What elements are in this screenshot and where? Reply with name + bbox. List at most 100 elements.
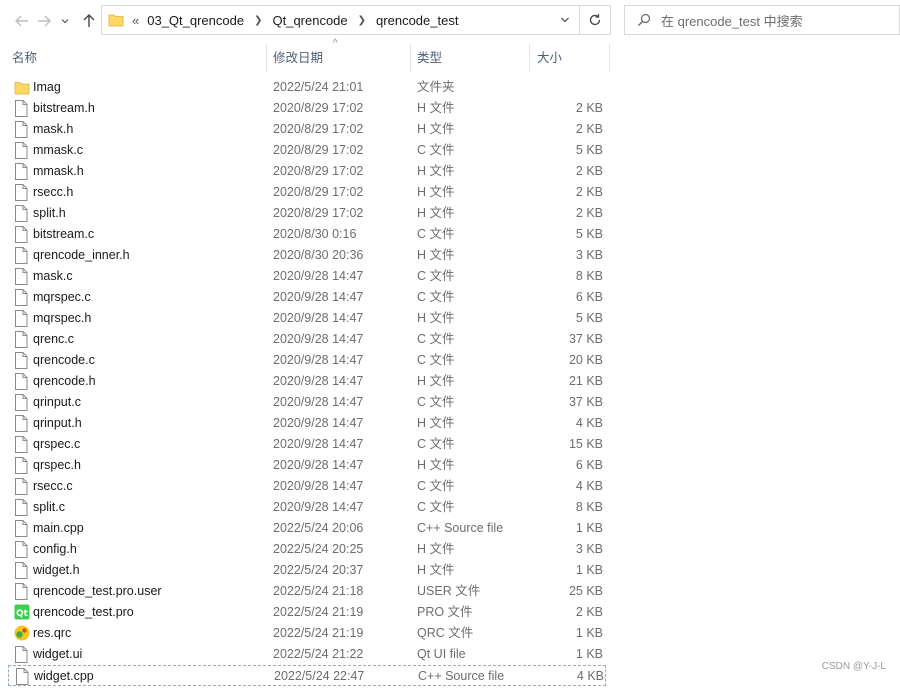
file-row[interactable]: Qt qrencode_test.pro 2022/5/24 21:19 PRO 文件… xyxy=(0,602,610,623)
file-icon xyxy=(14,163,30,180)
up-button[interactable] xyxy=(77,7,101,35)
file-modified-date: 2020/9/28 14:47 xyxy=(273,332,364,346)
file-type: Qt UI file xyxy=(417,647,466,661)
file-modified-date: 2022/5/24 21:01 xyxy=(273,80,364,94)
forward-button[interactable] xyxy=(32,7,56,35)
file-icon xyxy=(14,268,30,285)
file-row[interactable]: qrspec.c 2020/9/28 14:47 C 文件 15 KB xyxy=(0,434,610,455)
file-row[interactable]: rsecc.c 2020/9/28 14:47 C 文件 4 KB xyxy=(0,476,610,497)
file-row[interactable]: qrenc.c 2020/9/28 14:47 C 文件 37 KB xyxy=(0,329,610,350)
file-modified-date: 2020/9/28 14:47 xyxy=(273,269,364,283)
file-row[interactable]: qrspec.h 2020/9/28 14:47 H 文件 6 KB xyxy=(0,455,610,476)
address-bar[interactable]: « 03_Qt_qrencode ❯ Qt_qrencode ❯ qrencod… xyxy=(101,5,611,35)
file-row[interactable]: config.h 2022/5/24 20:25 H 文件 3 KB xyxy=(0,539,610,560)
file-row[interactable]: widget.ui 2022/5/24 21:22 Qt UI file 1 KB xyxy=(0,644,610,665)
file-row[interactable]: Imag 2022/5/24 21:01 文件夹 xyxy=(0,77,610,98)
sort-ascending-icon: ^ xyxy=(333,38,338,49)
qt-pro-icon: Qt xyxy=(14,604,30,621)
column-header-name[interactable]: 名称 xyxy=(6,44,266,72)
file-modified-date: 2020/8/29 17:02 xyxy=(273,206,364,220)
file-type: H 文件 xyxy=(417,311,455,325)
file-type: USER 文件 xyxy=(417,584,481,598)
file-modified-date: 2022/5/24 21:18 xyxy=(273,584,364,598)
file-row[interactable]: main.cpp 2022/5/24 20:06 C++ Source file 1 … xyxy=(0,518,610,539)
file-row[interactable]: widget.cpp 2022/5/24 22:47 C++ Source file… xyxy=(8,665,606,686)
file-modified-date: 2020/8/29 17:02 xyxy=(273,164,364,178)
file-modified-date: 2020/8/29 17:02 xyxy=(273,101,364,115)
address-path[interactable]: « 03_Qt_qrencode ❯ Qt_qrencode ❯ qrencod… xyxy=(102,6,551,34)
file-row[interactable]: split.c 2020/9/28 14:47 C 文件 8 KB xyxy=(0,497,610,518)
file-name: qrencode.h xyxy=(33,374,96,388)
folder-icon xyxy=(14,79,30,96)
file-name: bitstream.h xyxy=(33,101,95,115)
column-header-type[interactable]: 类型 xyxy=(411,44,529,72)
refresh-button[interactable] xyxy=(579,6,610,34)
file-type: C 文件 xyxy=(417,290,455,304)
file-modified-date: 2022/5/24 21:22 xyxy=(273,647,364,661)
file-name: qrspec.h xyxy=(33,458,81,472)
breadcrumb-separator-icon[interactable]: ❯ xyxy=(352,15,372,26)
file-name: main.cpp xyxy=(33,521,84,535)
file-name: widget.h xyxy=(33,563,80,577)
column-header-date[interactable]: 修改日期 xyxy=(267,44,409,72)
breadcrumb-item-qrencode-test[interactable]: qrencode_test xyxy=(372,13,462,28)
file-name: split.c xyxy=(33,500,65,514)
file-icon xyxy=(14,457,30,474)
file-row[interactable]: bitstream.c 2020/8/30 0:16 C 文件 5 KB xyxy=(0,224,610,245)
file-size: 1 KB xyxy=(575,647,603,661)
chevron-down-icon xyxy=(561,17,569,23)
back-button[interactable] xyxy=(10,7,34,35)
file-modified-date: 2022/5/24 20:06 xyxy=(273,521,364,535)
file-row[interactable]: bitstream.h 2020/8/29 17:02 H 文件 2 KB xyxy=(0,98,610,119)
file-row[interactable]: mqrspec.h 2020/9/28 14:47 H 文件 5 KB xyxy=(0,308,610,329)
breadcrumb-item-qt-qrencode[interactable]: Qt_qrencode xyxy=(268,13,351,28)
search-box[interactable]: 在 qrencode_test 中搜索 xyxy=(624,5,900,35)
refresh-icon xyxy=(589,14,601,26)
file-modified-date: 2020/9/28 14:47 xyxy=(273,290,364,304)
file-name: config.h xyxy=(33,542,77,556)
file-row[interactable]: mmask.c 2020/8/29 17:02 C 文件 5 KB xyxy=(0,140,610,161)
file-row[interactable]: mmask.h 2020/8/29 17:02 H 文件 2 KB xyxy=(0,161,610,182)
recent-locations-button[interactable] xyxy=(56,7,74,35)
file-row[interactable]: mask.h 2020/8/29 17:02 H 文件 2 KB xyxy=(0,119,610,140)
breadcrumb-item-03-qt-qrencode[interactable]: 03_Qt_qrencode xyxy=(143,13,248,28)
file-icon xyxy=(14,541,30,558)
file-row[interactable]: mask.c 2020/9/28 14:47 C 文件 8 KB xyxy=(0,266,610,287)
file-row[interactable]: res.qrc 2022/5/24 21:19 QRC 文件 1 KB xyxy=(0,623,610,644)
file-size: 4 KB xyxy=(576,669,604,683)
file-icon xyxy=(14,499,30,516)
file-icon xyxy=(14,331,30,348)
file-type: C++ Source file xyxy=(418,669,505,683)
file-type: C++ Source file xyxy=(417,521,504,535)
file-row[interactable]: mqrspec.c 2020/9/28 14:47 C 文件 6 KB xyxy=(0,287,610,308)
file-size: 4 KB xyxy=(575,416,603,430)
file-type: H 文件 xyxy=(417,101,455,115)
column-header-size[interactable]: 大小 xyxy=(531,44,609,72)
qrc-icon xyxy=(14,625,30,642)
file-name: mqrspec.h xyxy=(33,311,92,325)
file-row[interactable]: qrinput.h 2020/9/28 14:47 H 文件 4 KB xyxy=(0,413,610,434)
column-divider[interactable] xyxy=(529,44,530,72)
column-divider[interactable] xyxy=(609,44,610,72)
breadcrumb-overflow[interactable]: « xyxy=(128,13,143,28)
file-type: H 文件 xyxy=(417,563,455,577)
file-row[interactable]: qrencode_inner.h 2020/8/30 20:36 H 文件 3 KB xyxy=(0,245,610,266)
file-type: H 文件 xyxy=(417,122,455,136)
file-row[interactable]: qrinput.c 2020/9/28 14:47 C 文件 37 KB xyxy=(0,392,610,413)
file-list: Imag 2022/5/24 21:01 文件夹 bitstream.h 2020/8/… xyxy=(0,77,900,686)
file-row[interactable]: qrencode.c 2020/9/28 14:47 C 文件 20 KB xyxy=(0,350,610,371)
chevron-down-icon xyxy=(61,19,69,24)
file-row[interactable]: qrencode.h 2020/9/28 14:47 H 文件 21 KB xyxy=(0,371,610,392)
address-history-dropdown[interactable] xyxy=(551,6,579,34)
file-modified-date: 2022/5/24 20:37 xyxy=(273,563,364,577)
file-row[interactable]: rsecc.h 2020/8/29 17:02 H 文件 2 KB xyxy=(0,182,610,203)
file-row[interactable]: qrencode_test.pro.user 2022/5/24 21:18 USE… xyxy=(0,581,610,602)
file-row[interactable]: widget.h 2022/5/24 20:37 H 文件 1 KB xyxy=(0,560,610,581)
file-size: 2 KB xyxy=(575,185,603,199)
file-row[interactable]: split.h 2020/8/29 17:02 H 文件 2 KB xyxy=(0,203,610,224)
breadcrumb-separator-icon[interactable]: ❯ xyxy=(248,15,268,26)
file-size: 2 KB xyxy=(575,101,603,115)
file-name: qrinput.h xyxy=(33,416,82,430)
file-icon xyxy=(14,436,30,453)
file-type: H 文件 xyxy=(417,416,455,430)
